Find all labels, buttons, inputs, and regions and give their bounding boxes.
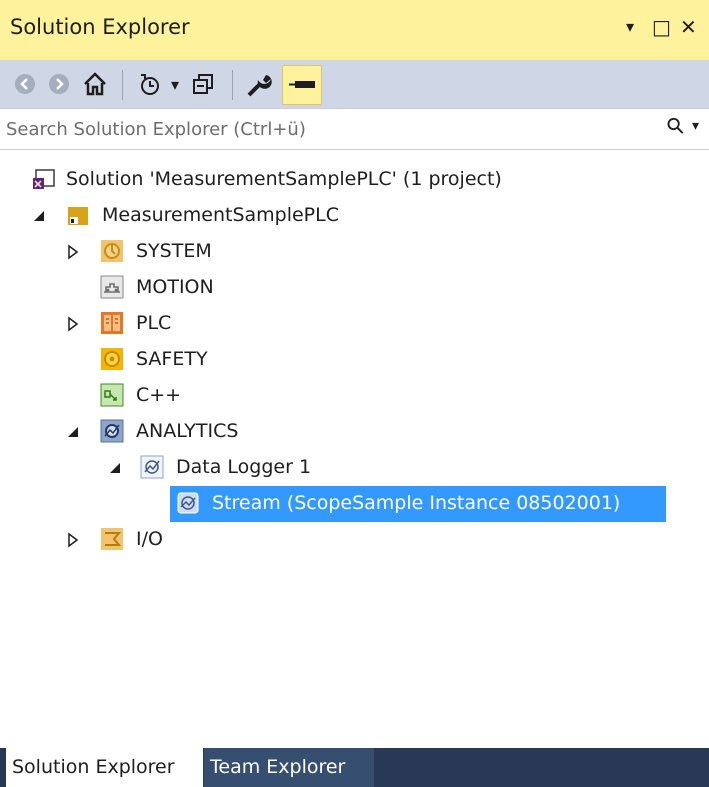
expand-arrow-icon[interactable] xyxy=(66,531,80,549)
stream-icon xyxy=(176,491,200,515)
tree-node-label: MOTION xyxy=(136,276,214,298)
toolbar-separator xyxy=(122,70,123,100)
window-title: Solution Explorer xyxy=(10,15,190,39)
toolbar-separator xyxy=(232,70,233,100)
tree-node-label: Stream (ScopeSample Instance 08502001) xyxy=(212,492,621,514)
tree-node-stream[interactable]: Stream (ScopeSample Instance 08502001) xyxy=(0,486,709,522)
toolbar: ▾ xyxy=(0,60,709,109)
solution-tree: Solution 'MeasurementSamplePLC' (1 proje… xyxy=(0,150,709,748)
pin-icon[interactable] xyxy=(282,65,322,105)
tree-node-data-logger[interactable]: Data Logger 1 xyxy=(0,450,709,486)
tab-team-explorer[interactable]: Team Explorer xyxy=(204,748,374,787)
tab-strip: Solution Explorer Team Explorer xyxy=(0,748,709,787)
tree-node-analytics[interactable]: ANALYTICS xyxy=(0,414,709,450)
expand-arrow-icon[interactable] xyxy=(66,243,80,261)
tree-node-cpp[interactable]: C++ xyxy=(0,378,709,414)
tree-node-label: SYSTEM xyxy=(136,240,212,262)
tree-node-system[interactable]: SYSTEM xyxy=(0,234,709,270)
search-icon[interactable]: ⚲ xyxy=(662,112,691,141)
forward-icon[interactable] xyxy=(44,66,74,102)
search-input[interactable] xyxy=(6,115,646,143)
tree-node-label: Solution 'MeasurementSamplePLC' (1 proje… xyxy=(66,168,502,190)
project-icon xyxy=(66,203,90,227)
collapse-arrow-icon[interactable] xyxy=(32,207,46,225)
collapse-arrow-icon[interactable] xyxy=(108,459,122,477)
collapse-arrow-icon[interactable] xyxy=(66,423,80,441)
tree-node-label: MeasurementSamplePLC xyxy=(102,204,339,226)
tree-node-label: SAFETY xyxy=(136,348,208,370)
motion-icon xyxy=(100,275,124,299)
tree-node-project[interactable]: MeasurementSamplePLC xyxy=(0,198,709,234)
tree-node-io[interactable]: I/O xyxy=(0,522,709,558)
tree-node-label: I/O xyxy=(136,528,163,550)
tree-node-label: Data Logger 1 xyxy=(176,456,312,478)
io-icon xyxy=(100,527,124,551)
plc-icon xyxy=(100,311,124,335)
analytics-icon xyxy=(100,419,124,443)
maximize-icon[interactable]: □ xyxy=(652,14,671,40)
safety-icon xyxy=(100,347,124,371)
title-bar: Solution Explorer ▾ □ ✕ xyxy=(0,0,709,60)
back-icon[interactable] xyxy=(10,66,40,102)
data-logger-icon xyxy=(140,455,164,479)
tree-node-label: PLC xyxy=(136,312,172,334)
tree-node-solution[interactable]: Solution 'MeasurementSamplePLC' (1 proje… xyxy=(0,162,709,198)
tree-node-motion[interactable]: MOTION xyxy=(0,270,709,306)
pending-changes-dropdown-icon[interactable]: ▾ xyxy=(168,66,182,102)
cpp-icon xyxy=(100,383,124,407)
home-icon[interactable] xyxy=(78,66,112,102)
tree-node-safety[interactable]: SAFETY xyxy=(0,342,709,378)
window-dropdown-icon[interactable]: ▾ xyxy=(626,14,634,40)
tree-node-label: C++ xyxy=(136,384,182,406)
tab-label: Team Explorer xyxy=(210,756,346,778)
system-icon xyxy=(100,239,124,263)
close-icon[interactable]: ✕ xyxy=(680,14,697,40)
tab-solution-explorer[interactable]: Solution Explorer xyxy=(6,748,203,787)
solution-icon xyxy=(32,167,56,191)
tree-node-plc[interactable]: PLC xyxy=(0,306,709,342)
search-options-dropdown-icon[interactable]: ▾ xyxy=(692,118,699,134)
tab-label: Solution Explorer xyxy=(12,756,175,778)
search-bar: ⚲ ▾ xyxy=(0,108,709,150)
tree-node-label: ANALYTICS xyxy=(136,420,239,442)
properties-icon[interactable] xyxy=(242,66,278,102)
collapse-all-icon[interactable] xyxy=(186,66,220,102)
pending-changes-icon[interactable] xyxy=(132,66,168,102)
expand-arrow-icon[interactable] xyxy=(66,315,80,333)
